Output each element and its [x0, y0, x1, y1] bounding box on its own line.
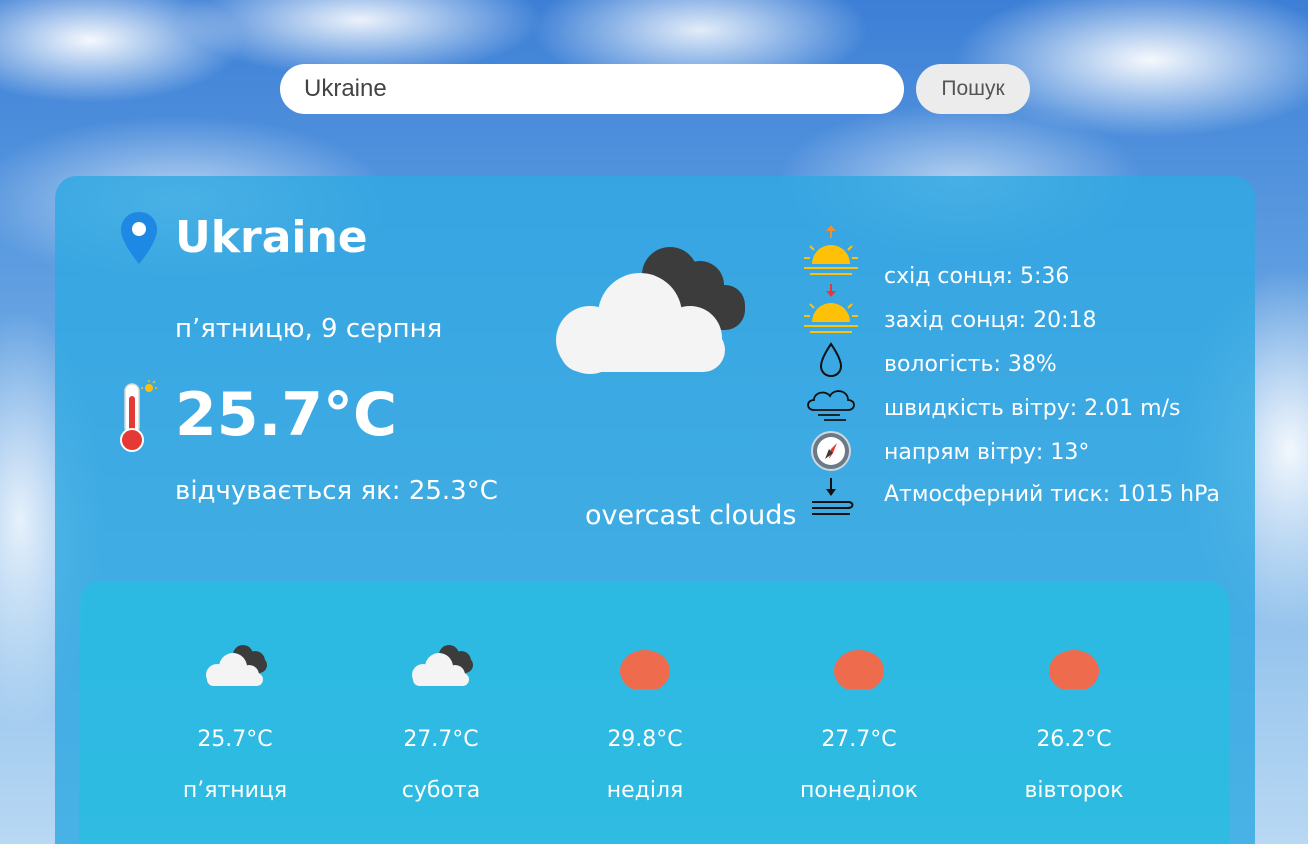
thermometer-icon — [120, 380, 157, 452]
search-bar: Пошук — [280, 64, 1030, 114]
forecast-temp: 26.2°C — [1036, 727, 1112, 752]
forecast-day: 29.8°C неділя — [570, 629, 720, 809]
wind-cloud-icon — [807, 390, 855, 421]
forecast-day: 25.7°C п’ятниця — [160, 629, 310, 809]
sunset-text: захід сонця: 20:18 — [884, 308, 1097, 333]
pressure-icon — [812, 478, 854, 515]
forecast-temp: 27.7°C — [821, 727, 897, 752]
sunset-icon — [804, 284, 858, 333]
wind-speed-text: швидкість вітру: 2.01 m/s — [884, 396, 1181, 421]
forecast-day: 26.2°C вівторок — [999, 629, 1149, 809]
forecast-day-name: понеділок — [800, 778, 918, 803]
sunrise-text: схід сонця: 5:36 — [884, 264, 1070, 289]
location-pin-icon — [121, 212, 157, 264]
city-name: Ukraine — [175, 212, 368, 263]
wind-direction-text: напрям вітру: 13° — [884, 440, 1090, 465]
forecast-day-name: субота — [401, 778, 481, 803]
current-temperature: 25.7°C — [175, 380, 398, 450]
broken-clouds-icon — [412, 645, 473, 686]
weather-card: Ukraine п’ятницю, 9 серпня 25.7°C відчув… — [55, 176, 1255, 844]
sun-icon — [620, 650, 670, 689]
forecast-temp: 25.7°C — [197, 727, 273, 752]
current-date: п’ятницю, 9 серпня — [175, 314, 443, 344]
sunrise-icon — [804, 225, 858, 275]
forecast-panel: 25.7°C п’ятниця 27.7°C субота 29.8°C нед… — [79, 581, 1229, 844]
humidity-text: вологість: 38% — [884, 352, 1057, 377]
forecast-temp: 29.8°C — [607, 727, 683, 752]
sun-icon — [1049, 650, 1099, 689]
search-button[interactable]: Пошук — [916, 64, 1030, 114]
overcast-clouds-icon — [556, 247, 745, 374]
forecast-day-name: неділя — [606, 778, 684, 803]
weather-details: схід сонця: 5:36 захід сонця: 20:18 воло… — [800, 224, 1240, 524]
weather-condition: overcast clouds — [585, 500, 797, 531]
pressure-text: Атмосферний тиск: 1015 hPa — [884, 482, 1220, 507]
forecast-temp: 27.7°C — [403, 727, 479, 752]
humidity-drop-icon — [819, 342, 843, 378]
forecast-day: 27.7°C субота — [366, 629, 516, 809]
feels-like-text: відчувається як: 25.3°C — [175, 476, 498, 506]
forecast-day: 27.7°C понеділок — [784, 629, 934, 809]
forecast-day-name: п’ятниця — [182, 778, 288, 803]
sun-icon — [834, 650, 884, 689]
broken-clouds-icon — [206, 645, 267, 686]
forecast-day-name: вівторок — [1024, 778, 1124, 803]
search-input[interactable] — [280, 64, 904, 114]
compass-icon — [811, 431, 851, 471]
